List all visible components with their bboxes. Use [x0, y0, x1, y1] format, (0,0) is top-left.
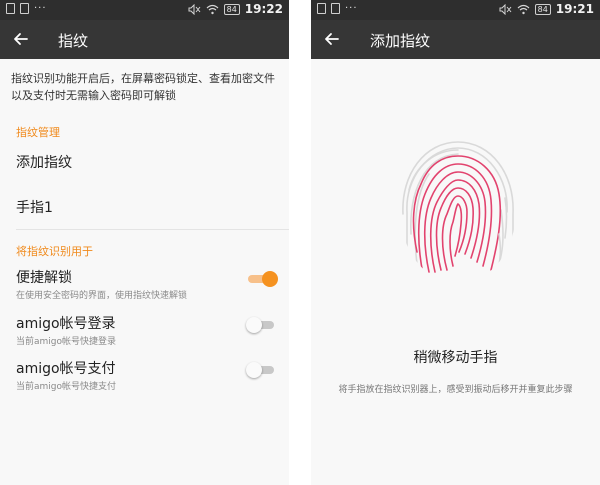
more-notifications-icon: ··· [34, 3, 47, 14]
amigo-login-row[interactable]: amigo帐号登录 当前amigo帐号快捷登录 [0, 313, 289, 357]
amigo-login-toggle[interactable] [246, 317, 276, 333]
mute-icon [499, 4, 511, 15]
fingerprint-hint-title: 稍微移动手指 [413, 350, 498, 366]
amigo-login-label: amigo帐号登录 [16, 316, 116, 332]
battery-icon: 84 [223, 4, 240, 15]
page-title: 指纹 [58, 32, 89, 50]
battery-icon: 84 [534, 4, 551, 15]
wifi-icon [206, 4, 219, 15]
sim-icon [6, 3, 15, 14]
back-arrow-icon[interactable] [8, 26, 34, 52]
status-bar: ··· 84 19:22 [0, 0, 289, 20]
quick-unlock-label: 便捷解锁 [16, 270, 72, 286]
finger1-label: 手指1 [16, 200, 53, 216]
quick-unlock-description: 在使用安全密码的界面，使用指纹快速解锁 [16, 291, 188, 301]
add-fingerprint-label: 添加指纹 [16, 155, 72, 171]
app-bar: 添加指纹 [311, 20, 600, 59]
amigo-payment-row[interactable]: amigo帐号支付 当前amigo帐号快捷支付 [0, 358, 289, 402]
amigo-payment-label: amigo帐号支付 [16, 361, 116, 377]
status-time: 19:22 [244, 2, 283, 16]
amigo-payment-toggle[interactable] [246, 362, 276, 378]
fingerprint-icon [402, 141, 514, 277]
back-arrow-icon[interactable] [319, 26, 345, 52]
toggle-thumb [262, 271, 278, 287]
section-use-fingerprint-for: 将指纹识别用于 [16, 245, 93, 258]
status-time: 19:21 [555, 2, 594, 16]
amigo-payment-description: 当前amigo帐号快捷支付 [16, 382, 117, 392]
file-icon [331, 3, 340, 14]
fingerprint-hint-instructions: 将手指放在指纹识别器上，感受到振动后移开并重复此步骤 [338, 385, 573, 395]
status-bar: ··· 84 19:21 [311, 0, 600, 20]
fingerprint-settings-screen: ··· 84 19:22 指纹 指纹识别功能开启后，在屏幕密码锁定、查看加密文件… [0, 0, 289, 485]
wifi-icon [517, 4, 530, 15]
page-title: 添加指纹 [370, 32, 431, 50]
fingerprint-description: 指纹识别功能开启后，在屏幕密码锁定、查看加密文件以及支付时无需输入密码即可解锁 [11, 72, 275, 102]
divider [16, 229, 289, 230]
add-fingerprint-item[interactable]: 添加指纹 [0, 140, 289, 182]
quick-unlock-toggle[interactable] [248, 271, 278, 287]
add-fingerprint-screen: ··· 84 19:21 添加指纹 稍微移动手指 将手指放在指纹识别器上，感受到… [311, 0, 600, 485]
toggle-thumb [246, 362, 262, 378]
sim-icon [317, 3, 326, 14]
mute-icon [188, 4, 200, 15]
amigo-login-description: 当前amigo帐号快捷登录 [16, 337, 117, 347]
file-icon [20, 3, 29, 14]
toggle-thumb [246, 317, 262, 333]
fingerprint-item-finger1[interactable]: 手指1 [0, 185, 289, 227]
quick-unlock-row[interactable]: 便捷解锁 在使用安全密码的界面，使用指纹快速解锁 [0, 267, 289, 311]
more-notifications-icon: ··· [345, 3, 358, 14]
app-bar: 指纹 [0, 20, 289, 59]
section-fingerprint-management: 指纹管理 [16, 126, 60, 139]
